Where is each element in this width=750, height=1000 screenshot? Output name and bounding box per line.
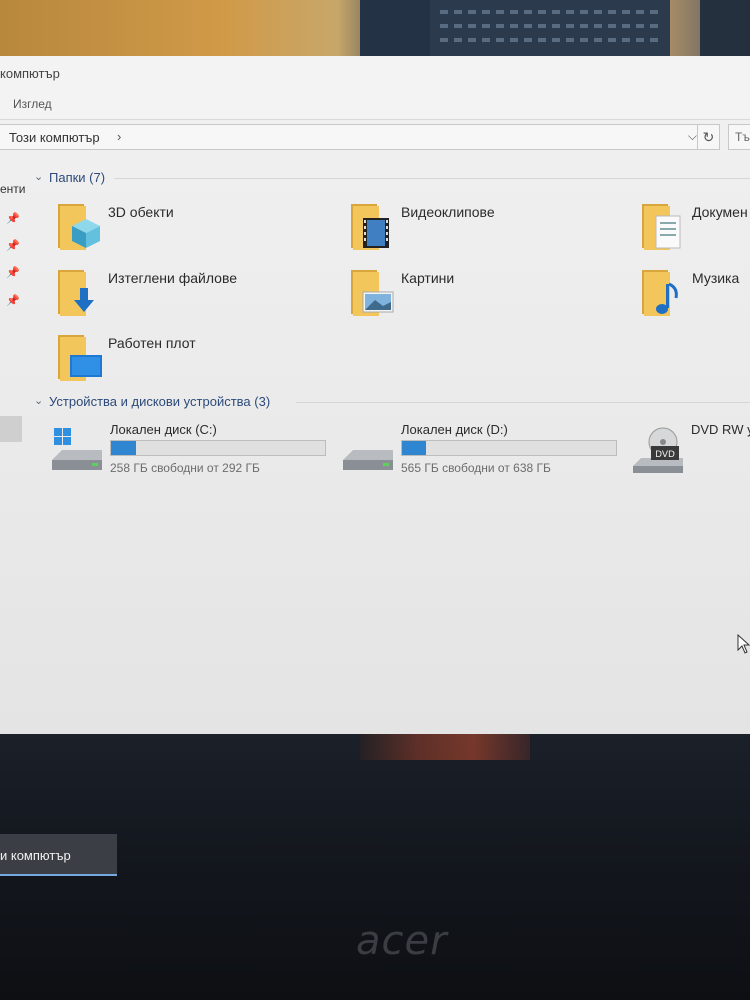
drive-c[interactable]: Локален диск (C:) 258 ГБ свободни от 292…	[52, 422, 342, 482]
group-label-devices: Устройства и дискови устройства (3)	[49, 394, 271, 409]
3d-objects-folder-icon	[58, 204, 100, 250]
folder-label: Работен плот	[108, 335, 196, 351]
pin-icon: 📌	[6, 213, 20, 225]
breadcrumb-this-pc[interactable]: Този компютър	[9, 130, 100, 145]
mouse-cursor-icon	[737, 634, 750, 654]
dvd-drive-icon: DVD	[633, 427, 683, 473]
folder-music[interactable]: Музика	[640, 266, 750, 324]
address-bar[interactable]: Този компютър › ⌵ ↻	[0, 124, 720, 150]
pin-icon: 📌	[6, 240, 20, 252]
folder-documents[interactable]: Докумен	[640, 200, 750, 258]
pictures-folder-icon	[351, 270, 394, 316]
folder-label: Видеоклипове	[401, 204, 495, 220]
taskbar-item-label: и компютър	[0, 848, 71, 863]
search-input[interactable]: Тъ	[728, 124, 750, 150]
drive-d[interactable]: Локален диск (D:) 565 ГБ свободни от 638…	[343, 422, 633, 482]
refresh-icon[interactable]: ↻	[697, 125, 719, 149]
videos-folder-icon	[351, 204, 389, 250]
group-header-folders[interactable]: ⌄ Папки (7)	[34, 170, 750, 188]
folder-desktop[interactable]: Работен плот	[56, 331, 336, 389]
drive-dvd[interactable]: DVD DVD RW у	[633, 422, 750, 482]
folder-label: Картини	[401, 270, 455, 286]
pin-icon: 📌	[6, 295, 20, 307]
drive-usage-bar	[401, 440, 617, 456]
desktop-wallpaper	[0, 0, 750, 58]
wallpaper-windows	[440, 24, 660, 28]
drive-usage-fill	[111, 441, 136, 455]
drive-icon	[343, 450, 393, 470]
ribbon: Изглед	[0, 90, 750, 120]
drive-free-space: 565 ГБ свободни от 638 ГБ	[401, 461, 551, 475]
pin-icon: 📌	[6, 267, 20, 279]
taskbar-item-this-pc[interactable]: и компютър	[0, 834, 117, 876]
wallpaper-building	[360, 0, 430, 58]
drive-label: Локален диск (D:)	[401, 422, 508, 437]
drive-usage-bar	[110, 440, 326, 456]
folder-pictures[interactable]: Картини	[349, 266, 629, 324]
file-explorer-window: компютър Изглед Този компютър › ⌵ ↻ Тъ е…	[0, 56, 750, 734]
collapse-chevron-icon[interactable]: ⌄	[34, 170, 43, 183]
folder-label: Изтеглени файлове	[108, 270, 238, 286]
group-divider	[114, 178, 750, 179]
folder-label: Музика	[692, 270, 740, 286]
drive-free-space: 258 ГБ свободни от 292 ГБ	[110, 461, 260, 475]
wallpaper-building	[430, 0, 670, 58]
windows-drive-icon	[52, 428, 102, 470]
drive-label: DVD RW у	[691, 422, 750, 437]
nav-item-this-pc[interactable]	[0, 416, 22, 442]
dvd-icon-text: DVD	[655, 450, 675, 460]
group-label-folders: Папки (7)	[49, 170, 106, 185]
downloads-folder-icon	[58, 270, 94, 316]
folder-label: Докумен	[692, 204, 748, 220]
folder-label: 3D обекти	[108, 204, 174, 220]
group-divider	[296, 402, 750, 403]
breadcrumb-chevron-icon[interactable]: ›	[117, 129, 121, 144]
folder-downloads[interactable]: Изтеглени файлове	[56, 266, 336, 324]
wallpaper-windows	[440, 38, 660, 42]
acer-logo: acer	[356, 918, 448, 964]
title-bar[interactable]: компютър	[0, 56, 750, 90]
address-dropdown-icon[interactable]: ⌵	[688, 129, 697, 144]
wallpaper-windows	[440, 10, 660, 14]
drive-usage-fill	[402, 441, 427, 455]
taskbar-active-indicator	[0, 874, 117, 876]
documents-folder-icon	[642, 204, 681, 250]
window-title: компютър	[0, 66, 60, 81]
desktop-folder-icon	[58, 335, 102, 381]
folder-3d-objects[interactable]: 3D обекти	[56, 200, 336, 258]
navigation-pane: енти 📌 📌 📌 📌	[0, 166, 26, 726]
drive-label: Локален диск (C:)	[110, 422, 217, 437]
music-folder-icon	[642, 270, 678, 316]
group-header-devices[interactable]: ⌄ Устройства и дискови устройства (3)	[34, 394, 750, 412]
collapse-chevron-icon[interactable]: ⌄	[34, 394, 43, 407]
wallpaper-glow	[360, 734, 530, 760]
folder-videos[interactable]: Видеоклипове	[349, 200, 629, 258]
ribbon-tab-view[interactable]: Изглед	[13, 97, 52, 111]
nav-item-documents[interactable]: енти	[0, 182, 26, 196]
search-placeholder: Тъ	[735, 130, 750, 144]
wallpaper-building	[700, 0, 750, 58]
